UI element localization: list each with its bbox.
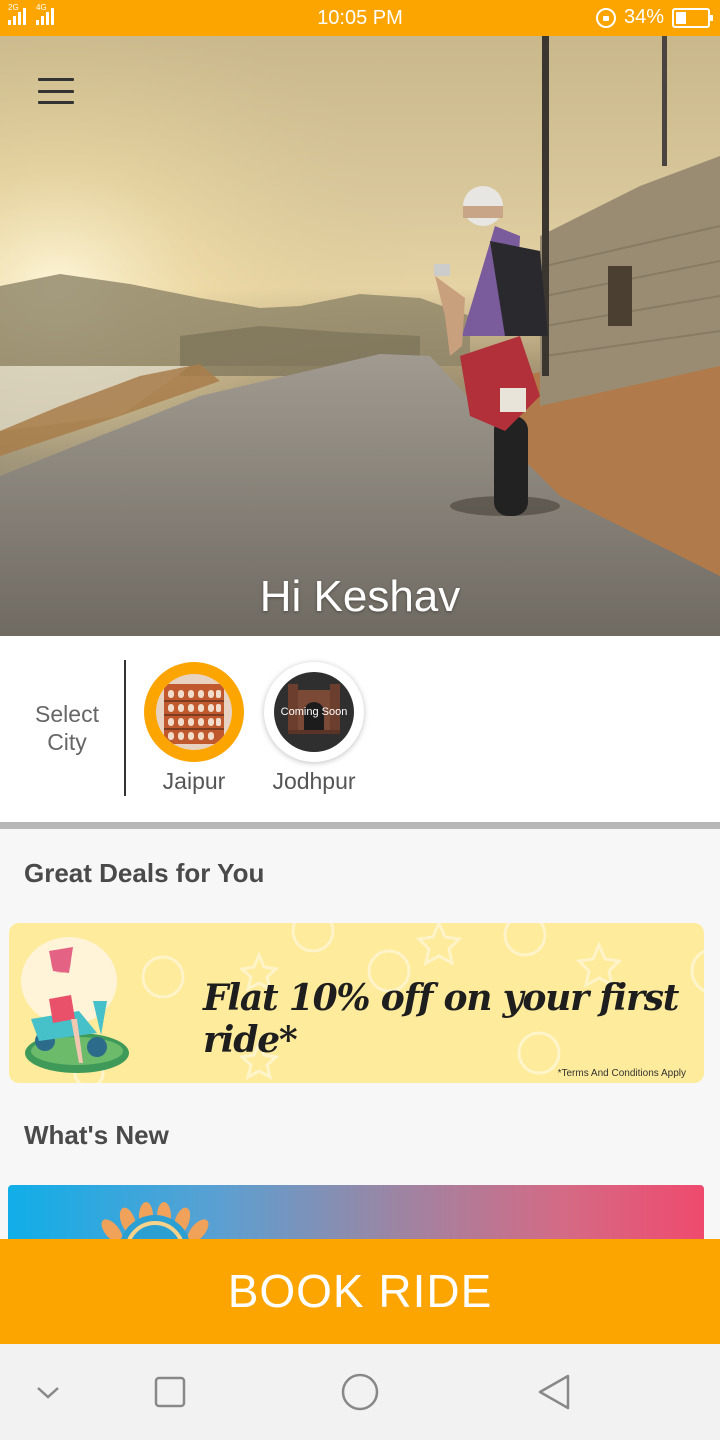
vertical-divider — [124, 660, 126, 796]
hero-scene-illustration — [0, 36, 720, 636]
status-bar: 2G 4G 10:05 PM 34% — [0, 0, 720, 36]
hamburger-menu-icon[interactable] — [38, 78, 74, 104]
battery-percent: 34% — [623, 6, 664, 28]
system-navigation-bar — [0, 1344, 720, 1440]
home-circle-icon[interactable] — [340, 1372, 380, 1412]
select-city-label: Select City — [35, 701, 99, 755]
whats-new-artwork — [101, 1202, 209, 1245]
city-selector: Select City Jaipur Coming Soon Jodhpur — [0, 636, 720, 822]
chevron-down-icon[interactable] — [28, 1372, 68, 1412]
section-separator — [0, 822, 720, 829]
deal-terms-text: *Terms And Conditions Apply — [557, 1068, 686, 1079]
city-option-jaipur[interactable]: Jaipur — [144, 662, 244, 795]
rotation-lock-icon — [595, 7, 616, 28]
hero-banner: Hi Keshav — [0, 36, 720, 636]
battery-level — [676, 11, 686, 24]
recents-square-icon[interactable] — [150, 1372, 190, 1412]
city-name-jaipur: Jaipur — [162, 768, 226, 794]
status-right: 34% — [595, 6, 713, 29]
whats-new-title: What's New — [24, 1120, 169, 1150]
city-name-jodhpur: Jodhpur — [272, 768, 356, 794]
jodhpur-ring: Coming Soon — [264, 662, 364, 762]
greeting-text: Hi Keshav — [259, 572, 461, 621]
jodhpur-gate-icon: Coming Soon — [274, 672, 354, 752]
whats-new-card[interactable] — [8, 1185, 704, 1245]
hawa-mahal-icon — [156, 674, 232, 750]
book-ride-button[interactable]: BOOK RIDE — [0, 1239, 720, 1344]
great-deals-title: Great Deals for You — [24, 858, 265, 888]
back-triangle-icon[interactable] — [534, 1372, 574, 1412]
battery-icon — [672, 7, 713, 28]
jaipur-selected-ring — [144, 662, 244, 762]
deal-banner-card[interactable]: Flat 10% off on your first ride* *Terms … — [9, 923, 704, 1083]
deal-offer-text: Flat 10% off on your first ride* — [203, 977, 679, 1061]
coming-soon-badge: Coming Soon — [280, 706, 348, 718]
city-option-jodhpur[interactable]: Coming Soon Jodhpur — [264, 662, 364, 795]
